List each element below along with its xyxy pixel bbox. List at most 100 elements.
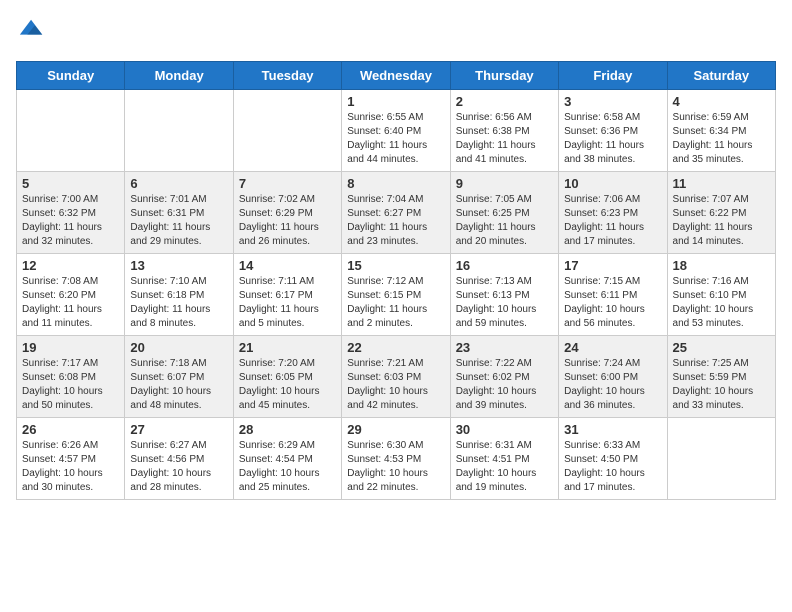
day-info: Sunrise: 6:26 AM Sunset: 4:57 PM Dayligh…	[22, 439, 119, 495]
day-number: 2	[456, 94, 553, 109]
calendar-cell: 12Sunrise: 7:08 AM Sunset: 6:20 PM Dayli…	[17, 254, 125, 336]
day-info: Sunrise: 6:29 AM Sunset: 4:54 PM Dayligh…	[239, 439, 336, 495]
weekday-header-row: SundayMondayTuesdayWednesdayThursdayFrid…	[17, 62, 776, 90]
day-number: 28	[239, 422, 336, 437]
day-info: Sunrise: 7:04 AM Sunset: 6:27 PM Dayligh…	[347, 193, 444, 249]
day-number: 24	[564, 340, 661, 355]
day-number: 8	[347, 176, 444, 191]
day-number: 17	[564, 258, 661, 273]
day-number: 25	[673, 340, 770, 355]
calendar-cell	[17, 90, 125, 172]
day-info: Sunrise: 7:05 AM Sunset: 6:25 PM Dayligh…	[456, 193, 553, 249]
day-info: Sunrise: 7:22 AM Sunset: 6:02 PM Dayligh…	[456, 357, 553, 413]
calendar-cell: 22 Sunrise: 7:21 AM Sunset: 6:03 PM Dayli…	[342, 336, 450, 418]
calendar-cell: 25 Sunrise: 7:25 AM Sunset: 5:59 PM Dayli…	[667, 336, 775, 418]
calendar-cell: 27 Sunrise: 6:27 AM Sunset: 4:56 PM Dayli…	[125, 418, 233, 500]
day-info: Sunrise: 6:55 AM Sunset: 6:40 PM Dayligh…	[347, 111, 444, 167]
day-info: Sunrise: 7:20 AM Sunset: 6:05 PM Dayligh…	[239, 357, 336, 413]
day-info: Sunrise: 7:02 AM Sunset: 6:29 PM Dayligh…	[239, 193, 336, 249]
day-info: Sunrise: 7:21 AM Sunset: 6:03 PM Dayligh…	[347, 357, 444, 413]
weekday-header-friday: Friday	[559, 62, 667, 90]
day-number: 15	[347, 258, 444, 273]
calendar-cell: 23Sunrise: 7:22 AM Sunset: 6:02 PM Dayli…	[450, 336, 558, 418]
page-header	[16, 16, 776, 49]
day-number: 4	[673, 94, 770, 109]
day-info: Sunrise: 7:13 AM Sunset: 6:13 PM Dayligh…	[456, 275, 553, 331]
day-info: Sunrise: 7:17 AM Sunset: 6:08 PM Dayligh…	[22, 357, 119, 413]
weekday-header-tuesday: Tuesday	[233, 62, 341, 90]
day-number: 10	[564, 176, 661, 191]
calendar-cell: 5Sunrise: 7:00 AM Sunset: 6:32 PM Daylig…	[17, 172, 125, 254]
calendar-cell: 30 Sunrise: 6:31 AM Sunset: 4:51 PM Dayli…	[450, 418, 558, 500]
weekday-header-saturday: Saturday	[667, 62, 775, 90]
calendar-cell: 4 Sunrise: 6:59 AM Sunset: 6:34 PM Daylig…	[667, 90, 775, 172]
day-number: 22	[347, 340, 444, 355]
day-number: 31	[564, 422, 661, 437]
calendar-cell: 17 Sunrise: 7:15 AM Sunset: 6:11 PM Dayli…	[559, 254, 667, 336]
calendar-cell: 11 Sunrise: 7:07 AM Sunset: 6:22 PM Dayli…	[667, 172, 775, 254]
day-number: 7	[239, 176, 336, 191]
calendar-cell: 14Sunrise: 7:11 AM Sunset: 6:17 PM Dayli…	[233, 254, 341, 336]
day-info: Sunrise: 7:15 AM Sunset: 6:11 PM Dayligh…	[564, 275, 661, 331]
day-info: Sunrise: 7:07 AM Sunset: 6:22 PM Dayligh…	[673, 193, 770, 249]
weekday-header-monday: Monday	[125, 62, 233, 90]
day-info: Sunrise: 6:56 AM Sunset: 6:38 PM Dayligh…	[456, 111, 553, 167]
day-info: Sunrise: 6:58 AM Sunset: 6:36 PM Dayligh…	[564, 111, 661, 167]
day-number: 3	[564, 94, 661, 109]
calendar-cell: 8 Sunrise: 7:04 AM Sunset: 6:27 PM Daylig…	[342, 172, 450, 254]
calendar-cell: 3 Sunrise: 6:58 AM Sunset: 6:36 PM Daylig…	[559, 90, 667, 172]
calendar-cell: 9 Sunrise: 7:05 AM Sunset: 6:25 PM Daylig…	[450, 172, 558, 254]
day-number: 6	[130, 176, 227, 191]
logo	[16, 16, 46, 49]
day-number: 20	[130, 340, 227, 355]
day-info: Sunrise: 6:27 AM Sunset: 4:56 PM Dayligh…	[130, 439, 227, 495]
day-number: 12	[22, 258, 119, 273]
day-info: Sunrise: 6:33 AM Sunset: 4:50 PM Dayligh…	[564, 439, 661, 495]
day-info: Sunrise: 7:12 AM Sunset: 6:15 PM Dayligh…	[347, 275, 444, 331]
day-number: 29	[347, 422, 444, 437]
day-number: 19	[22, 340, 119, 355]
day-number: 16	[456, 258, 553, 273]
calendar-cell: 1Sunrise: 6:55 AM Sunset: 6:40 PM Daylig…	[342, 90, 450, 172]
calendar-cell: 18 Sunrise: 7:16 AM Sunset: 6:10 PM Dayli…	[667, 254, 775, 336]
day-info: Sunrise: 7:06 AM Sunset: 6:23 PM Dayligh…	[564, 193, 661, 249]
calendar-cell: 21 Sunrise: 7:20 AM Sunset: 6:05 PM Dayli…	[233, 336, 341, 418]
calendar-cell: 6 Sunrise: 7:01 AM Sunset: 6:31 PM Daylig…	[125, 172, 233, 254]
calendar-cell: 20 Sunrise: 7:18 AM Sunset: 6:07 PM Dayli…	[125, 336, 233, 418]
day-info: Sunrise: 7:18 AM Sunset: 6:07 PM Dayligh…	[130, 357, 227, 413]
day-info: Sunrise: 7:10 AM Sunset: 6:18 PM Dayligh…	[130, 275, 227, 331]
day-info: Sunrise: 7:24 AM Sunset: 6:00 PM Dayligh…	[564, 357, 661, 413]
day-number: 18	[673, 258, 770, 273]
day-info: Sunrise: 6:31 AM Sunset: 4:51 PM Dayligh…	[456, 439, 553, 495]
day-info: Sunrise: 7:01 AM Sunset: 6:31 PM Dayligh…	[130, 193, 227, 249]
day-info: Sunrise: 7:11 AM Sunset: 6:17 PM Dayligh…	[239, 275, 336, 331]
day-info: Sunrise: 7:16 AM Sunset: 6:10 PM Dayligh…	[673, 275, 770, 331]
calendar-week-row: 12Sunrise: 7:08 AM Sunset: 6:20 PM Dayli…	[17, 254, 776, 336]
calendar-cell	[233, 90, 341, 172]
calendar-cell	[667, 418, 775, 500]
calendar-cell: 10 Sunrise: 7:06 AM Sunset: 6:23 PM Dayli…	[559, 172, 667, 254]
day-info: Sunrise: 6:30 AM Sunset: 4:53 PM Dayligh…	[347, 439, 444, 495]
day-number: 27	[130, 422, 227, 437]
calendar-week-row: 26Sunrise: 6:26 AM Sunset: 4:57 PM Dayli…	[17, 418, 776, 500]
calendar-cell: 26Sunrise: 6:26 AM Sunset: 4:57 PM Dayli…	[17, 418, 125, 500]
calendar-cell: 15 Sunrise: 7:12 AM Sunset: 6:15 PM Dayli…	[342, 254, 450, 336]
calendar-cell: 24 Sunrise: 7:24 AM Sunset: 6:00 PM Dayli…	[559, 336, 667, 418]
weekday-header-sunday: Sunday	[17, 62, 125, 90]
calendar-cell: 16 Sunrise: 7:13 AM Sunset: 6:13 PM Dayli…	[450, 254, 558, 336]
day-info: Sunrise: 6:59 AM Sunset: 6:34 PM Dayligh…	[673, 111, 770, 167]
logo-icon	[18, 16, 46, 44]
day-number: 30	[456, 422, 553, 437]
day-info: Sunrise: 7:25 AM Sunset: 5:59 PM Dayligh…	[673, 357, 770, 413]
calendar-cell: 19 Sunrise: 7:17 AM Sunset: 6:08 PM Dayli…	[17, 336, 125, 418]
day-number: 9	[456, 176, 553, 191]
calendar-week-row: 5Sunrise: 7:00 AM Sunset: 6:32 PM Daylig…	[17, 172, 776, 254]
day-number: 11	[673, 176, 770, 191]
calendar-cell: 13Sunrise: 7:10 AM Sunset: 6:18 PM Dayli…	[125, 254, 233, 336]
calendar-table: SundayMondayTuesdayWednesdayThursdayFrid…	[16, 61, 776, 500]
calendar-cell: 7 Sunrise: 7:02 AM Sunset: 6:29 PM Daylig…	[233, 172, 341, 254]
calendar-week-row: 19 Sunrise: 7:17 AM Sunset: 6:08 PM Dayli…	[17, 336, 776, 418]
day-number: 21	[239, 340, 336, 355]
calendar-cell: 28 Sunrise: 6:29 AM Sunset: 4:54 PM Dayli…	[233, 418, 341, 500]
calendar-week-row: 1Sunrise: 6:55 AM Sunset: 6:40 PM Daylig…	[17, 90, 776, 172]
